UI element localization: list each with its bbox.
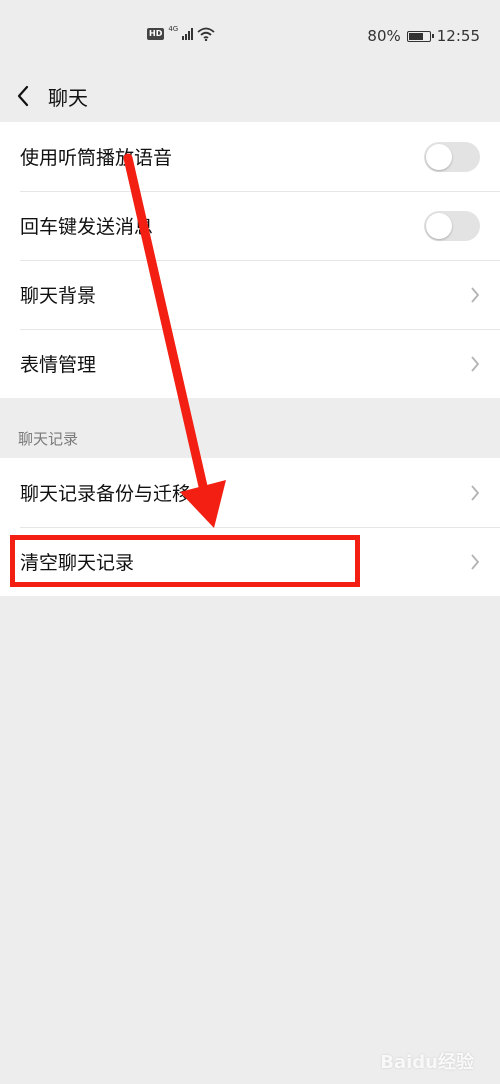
setting-label: 清空聊天记录 <box>20 552 135 574</box>
setting-backup-migrate[interactable]: 聊天记录备份与迁移 <box>0 458 500 527</box>
setting-chat-background[interactable]: 聊天背景 <box>0 260 500 329</box>
battery-percent: 80% <box>367 27 401 45</box>
chevron-right-icon <box>471 553 480 570</box>
nav-bar: 聊天 <box>0 70 500 122</box>
toggle-knob <box>426 143 452 170</box>
network-type: 4G <box>168 25 179 33</box>
setting-label: 回车键发送消息 <box>20 216 154 238</box>
settings-group-chat-history: 聊天记录备份与迁移 清空聊天记录 <box>0 458 500 596</box>
hd-badge: HD <box>147 28 165 40</box>
status-bar: HD 4G 80% 12:55 <box>0 0 500 70</box>
watermark: Baidu经验 <box>380 1052 474 1073</box>
wifi-icon <box>197 27 215 41</box>
setting-label: 聊天背景 <box>20 285 97 307</box>
chevron-right-icon <box>471 484 480 501</box>
setting-label: 使用听筒播放语音 <box>20 147 173 169</box>
earpiece-toggle[interactable] <box>424 141 480 172</box>
setting-label: 表情管理 <box>20 354 97 376</box>
setting-clear-chat-history[interactable]: 清空聊天记录 <box>0 527 500 596</box>
back-button[interactable] <box>0 70 46 122</box>
setting-sticker-management[interactable]: 表情管理 <box>0 329 500 398</box>
chevron-right-icon <box>471 355 480 372</box>
setting-earpiece-playback[interactable]: 使用听筒播放语音 <box>0 122 500 191</box>
chevron-left-icon <box>17 85 29 107</box>
chevron-right-icon <box>471 286 480 303</box>
setting-enter-to-send[interactable]: 回车键发送消息 <box>0 191 500 260</box>
settings-group-general: 使用听筒播放语音 回车键发送消息 聊天背景 表情管理 <box>0 122 500 398</box>
clock: 12:55 <box>436 27 480 45</box>
section-header-chat-history: 聊天记录 <box>18 430 79 448</box>
page-title: 聊天 <box>48 85 88 110</box>
battery-icon <box>406 30 434 42</box>
setting-label: 聊天记录备份与迁移 <box>20 483 192 505</box>
status-right: 80% 12:55 <box>367 27 480 45</box>
signal-icon <box>182 28 194 40</box>
toggle-knob <box>426 212 452 239</box>
network-indicators: HD 4G <box>147 25 215 41</box>
enter-send-toggle[interactable] <box>424 210 480 241</box>
